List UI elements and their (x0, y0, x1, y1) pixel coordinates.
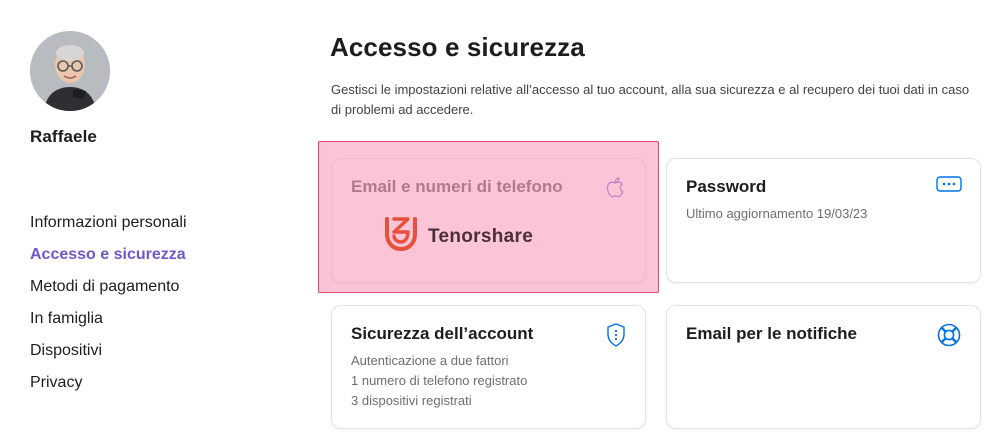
password-dots-icon (936, 175, 962, 198)
password-last-updated: Ultimo aggiornamento 19/03/23 (686, 206, 868, 221)
security-line: Autenticazione a due fattori (351, 353, 509, 368)
sidebar-item-informazioni-personali[interactable]: Informazioni personali (30, 212, 187, 244)
sidebar-item-metodi-di-pagamento[interactable]: Metodi di pagamento (30, 276, 187, 308)
shield-icon (605, 322, 627, 353)
page-description: Gestisci le impostazioni relative all’ac… (331, 82, 970, 117)
sidebar-item-privacy[interactable]: Privacy (30, 372, 187, 404)
card-title: Email e numeri di telefono (351, 177, 563, 196)
email-phone-card[interactable]: Email e numeri di telefono (331, 158, 646, 283)
apple-icon (605, 175, 627, 204)
notification-email-card[interactable]: Email per le notifiche (666, 305, 981, 429)
page-title: Accesso e sicurezza (330, 32, 585, 62)
sidebar-item-in-famiglia[interactable]: In famiglia (30, 308, 187, 340)
user-name: Raffaele (30, 127, 97, 146)
avatar[interactable] (30, 31, 110, 111)
security-line: 3 dispositivi registrati (351, 393, 472, 408)
sidebar-nav: Informazioni personali Accesso e sicurez… (21, 212, 215, 404)
sidebar-item-accesso-e-sicurezza[interactable]: Accesso e sicurezza (21, 242, 215, 276)
card-title: Email per le notifiche (686, 324, 857, 343)
card-title: Sicurezza dell’account (351, 324, 534, 343)
password-card[interactable]: Password Ultimo aggiornamento 19/03/23 (666, 158, 981, 283)
card-title: Password (686, 177, 767, 196)
security-line: 1 numero di telefono registrato (351, 373, 528, 388)
account-page: Raffaele Informazioni personali Accesso … (0, 0, 1005, 448)
account-security-card[interactable]: Sicurezza dell’account Autenticazione a … (331, 305, 646, 429)
lifebuoy-icon (936, 322, 962, 353)
sidebar-item-dispositivi[interactable]: Dispositivi (30, 340, 187, 372)
